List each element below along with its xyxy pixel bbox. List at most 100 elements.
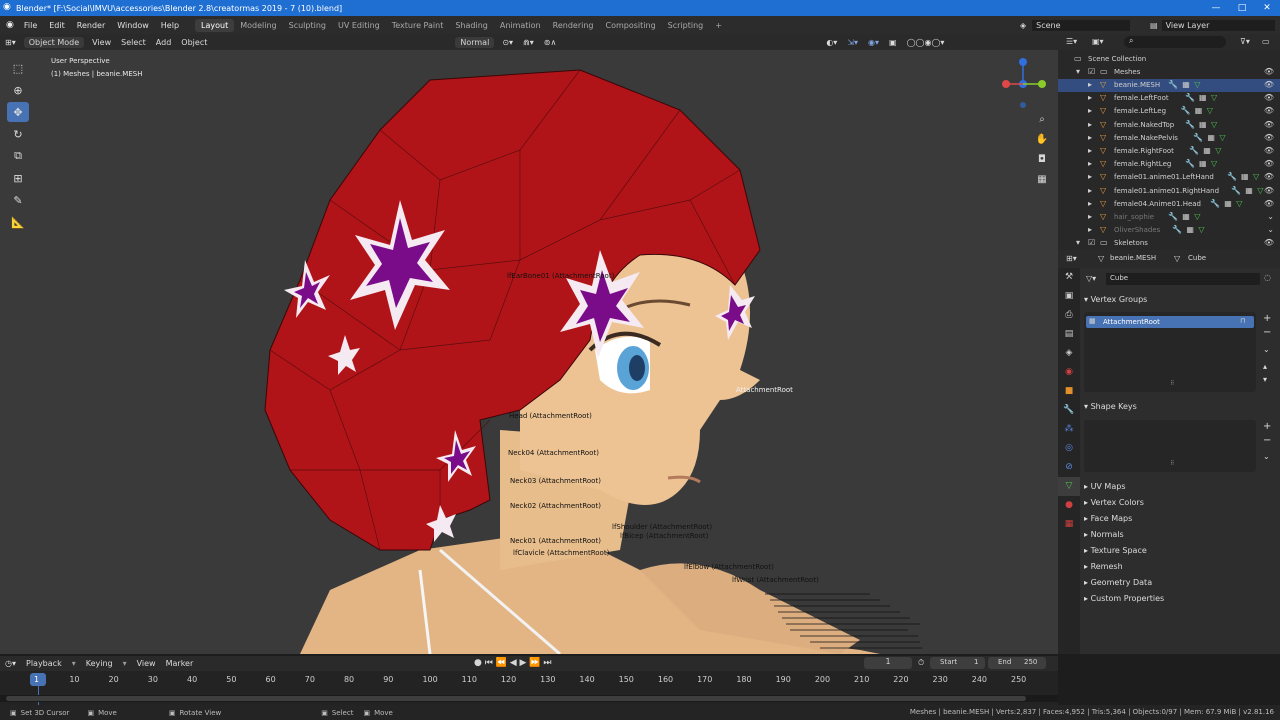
minimize-button[interactable]: — <box>1203 0 1229 16</box>
properties-section-texture-space[interactable]: ▸ Texture Space <box>1084 546 1147 555</box>
vertex-groups-panel-header[interactable]: ▾ Vertex Groups <box>1084 295 1147 304</box>
lock-icon[interactable]: ⊓ <box>1240 317 1245 325</box>
outliner-item[interactable]: ▸ ▽ female.LeftFoot 🔧 ▦ ▽ 👁 <box>1058 92 1280 105</box>
eye-icon[interactable]: 👁 <box>1264 93 1274 102</box>
expand-icon[interactable]: ▾ <box>1076 67 1080 76</box>
outliner-item[interactable]: ▸ ▽ female.LeftLeg 🔧 ▦ ▽ 👁 <box>1058 105 1280 118</box>
outliner-item[interactable]: ▸ ▽ beanie.MESH 🔧 ▦ ▽ 👁 <box>1058 79 1280 92</box>
eye-icon[interactable]: 👁 <box>1264 67 1274 76</box>
shape-key-list[interactable]: ⠿ <box>1084 420 1256 472</box>
resize-handle-icon[interactable]: ⠿ <box>1170 380 1174 387</box>
eye-icon[interactable]: ⌄ <box>1267 212 1274 221</box>
tab-scripting[interactable]: Scripting <box>662 19 710 32</box>
menu-add[interactable]: Add <box>151 38 177 47</box>
hand-icon[interactable]: ✋ <box>1034 134 1050 150</box>
outliner-search-input[interactable]: ⌕ <box>1124 36 1226 48</box>
menu-render[interactable]: Render <box>71 21 111 30</box>
eye-icon[interactable]: 👁 <box>1264 238 1274 247</box>
outliner-item[interactable]: ▸ ▽ female01.anime01.LeftHand 🔧 ▦ ▽ 👁 <box>1058 171 1280 184</box>
world-tab-icon[interactable]: ◉ <box>1058 363 1080 382</box>
visibility-icon[interactable]: ◐▾ <box>821 38 842 47</box>
properties-section-normals[interactable]: ▸ Normals <box>1084 530 1124 539</box>
eye-icon[interactable]: 👁 <box>1264 159 1274 168</box>
remove-shape-key-button[interactable]: − <box>1263 435 1271 446</box>
tab-layout[interactable]: Layout <box>195 18 235 32</box>
properties-section-geometry-data[interactable]: ▸ Geometry Data <box>1084 578 1152 587</box>
editor-type-icon[interactable]: ⊞▾ <box>1066 254 1077 263</box>
object-tab-icon[interactable]: ■ <box>1058 382 1080 401</box>
vertex-group-item[interactable]: ▦ AttachmentRoot ⊓ <box>1086 316 1254 328</box>
menu-edit[interactable]: Edit <box>43 21 71 30</box>
expand-icon[interactable]: ▸ <box>1088 225 1092 234</box>
material-tab-icon[interactable]: ● <box>1058 496 1080 515</box>
checkbox-icon[interactable]: ☑ <box>1088 238 1095 247</box>
blender-menu-icon[interactable]: ◉ <box>0 20 18 30</box>
maximize-button[interactable]: □ <box>1229 0 1255 16</box>
physics-tab-icon[interactable]: ◎ <box>1058 439 1080 458</box>
menu-view[interactable]: View <box>132 659 161 668</box>
gizmo-icon[interactable]: ⇲▾ <box>842 38 863 47</box>
expand-icon[interactable]: ▸ <box>1088 120 1092 129</box>
add-workspace-icon[interactable]: + <box>709 19 728 32</box>
stopwatch-icon[interactable]: ⏱ <box>918 658 924 668</box>
scene-collection-row[interactable]: ▭ Scene Collection <box>1058 53 1280 66</box>
camera-icon[interactable]: ◘ <box>1034 154 1050 170</box>
pivot-icon[interactable]: ⊙▾ <box>497 38 518 47</box>
shading-modes-icon[interactable]: ◯◯◉◯▾ <box>902 38 950 47</box>
start-frame-field[interactable]: Start 1 <box>930 657 985 669</box>
close-button[interactable]: ✕ <box>1254 0 1280 16</box>
properties-section-remesh[interactable]: ▸ Remesh <box>1084 562 1123 571</box>
menu-view[interactable]: View <box>87 38 116 47</box>
eye-icon[interactable]: 👁 <box>1264 80 1274 89</box>
scale-icon[interactable]: ⧉ <box>7 146 29 166</box>
tab-sculpting[interactable]: Sculpting <box>283 19 332 32</box>
scene-tab-icon[interactable]: ◈ <box>1058 344 1080 363</box>
expand-icon[interactable]: ▸ <box>1088 199 1092 208</box>
expand-icon[interactable]: ▸ <box>1088 93 1092 102</box>
tab-compositing[interactable]: Compositing <box>600 19 662 32</box>
mesh-name-input[interactable]: Cube <box>1106 273 1260 285</box>
remove-vertex-group-button[interactable]: − <box>1263 327 1271 338</box>
expand-icon[interactable]: ▸ <box>1088 133 1092 142</box>
tab-modeling[interactable]: Modeling <box>234 19 282 32</box>
vertex-group-list[interactable]: ▦ AttachmentRoot ⊓ ⠿ <box>1084 312 1256 392</box>
scene-selector[interactable]: ◈ Scene <box>1020 18 1130 32</box>
move-icon[interactable]: ✥ <box>7 102 29 122</box>
menu-keying[interactable]: Keying <box>81 659 118 668</box>
properties-section-face-maps[interactable]: ▸ Face Maps <box>1084 514 1132 523</box>
display-mode-icon[interactable]: ▣▾ <box>1092 37 1104 46</box>
new-collection-icon[interactable]: ▭ <box>1262 37 1270 46</box>
outliner-item[interactable]: ▸ ▽ female.RightLeg 🔧 ▦ ▽ 👁 <box>1058 158 1280 171</box>
outliner-item[interactable]: ▸ ▽ female04.Anime01.Head 🔧 ▦ ▽ 👁 <box>1058 198 1280 211</box>
menu-playback[interactable]: Playback <box>21 659 67 668</box>
fake-user-icon[interactable]: ◌ <box>1264 273 1271 282</box>
eye-icon[interactable]: 👁 <box>1264 172 1274 181</box>
transform-icon[interactable]: ⊞ <box>7 168 29 188</box>
tab-shading[interactable]: Shading <box>449 19 494 32</box>
move-up-button[interactable]: ▴ <box>1263 362 1267 371</box>
menu-object[interactable]: Object <box>176 38 212 47</box>
expand-icon[interactable]: ▸ <box>1088 159 1092 168</box>
annotate-icon[interactable]: ✎ <box>7 190 29 210</box>
view-layer-selector[interactable]: ▤ View Layer <box>1150 18 1275 32</box>
texture-tab-icon[interactable]: ▦ <box>1058 515 1080 534</box>
eye-icon[interactable]: 👁 <box>1264 146 1274 155</box>
expand-icon[interactable]: ▸ <box>1088 80 1092 89</box>
editor-type-icon[interactable]: ☰▾ <box>1066 37 1077 46</box>
add-vertex-group-button[interactable]: + <box>1263 313 1271 324</box>
view-layer-name[interactable]: View Layer <box>1161 19 1275 31</box>
zoom-icon[interactable]: ⌕ <box>1034 114 1050 130</box>
vertex-group-specials-button[interactable]: ⌄ <box>1263 345 1270 354</box>
xray-icon[interactable]: ▣ <box>884 38 902 47</box>
meshes-collection-row[interactable]: ▾ ☑ ▭ Meshes 👁 <box>1058 66 1280 79</box>
eye-icon[interactable]: 👁 <box>1264 186 1274 195</box>
outliner-item[interactable]: ▸ ▽ female01.anime01.RightHand 🔧 ▦ ▽ 👁 <box>1058 185 1280 198</box>
view-layer-tab-icon[interactable]: ▤ <box>1058 325 1080 344</box>
current-frame-field[interactable]: 1 <box>864 657 912 669</box>
mesh-datablock-field[interactable]: ▽▾ Cube ◌ <box>1084 272 1276 286</box>
proportional-edit-icon[interactable]: ⊚∧ <box>539 38 562 47</box>
select-box-icon[interactable]: ⬚ <box>7 58 29 78</box>
expand-icon[interactable]: ▸ <box>1088 212 1092 221</box>
add-shape-key-button[interactable]: + <box>1263 421 1271 432</box>
timeline-scrollbar[interactable] <box>0 695 1058 702</box>
